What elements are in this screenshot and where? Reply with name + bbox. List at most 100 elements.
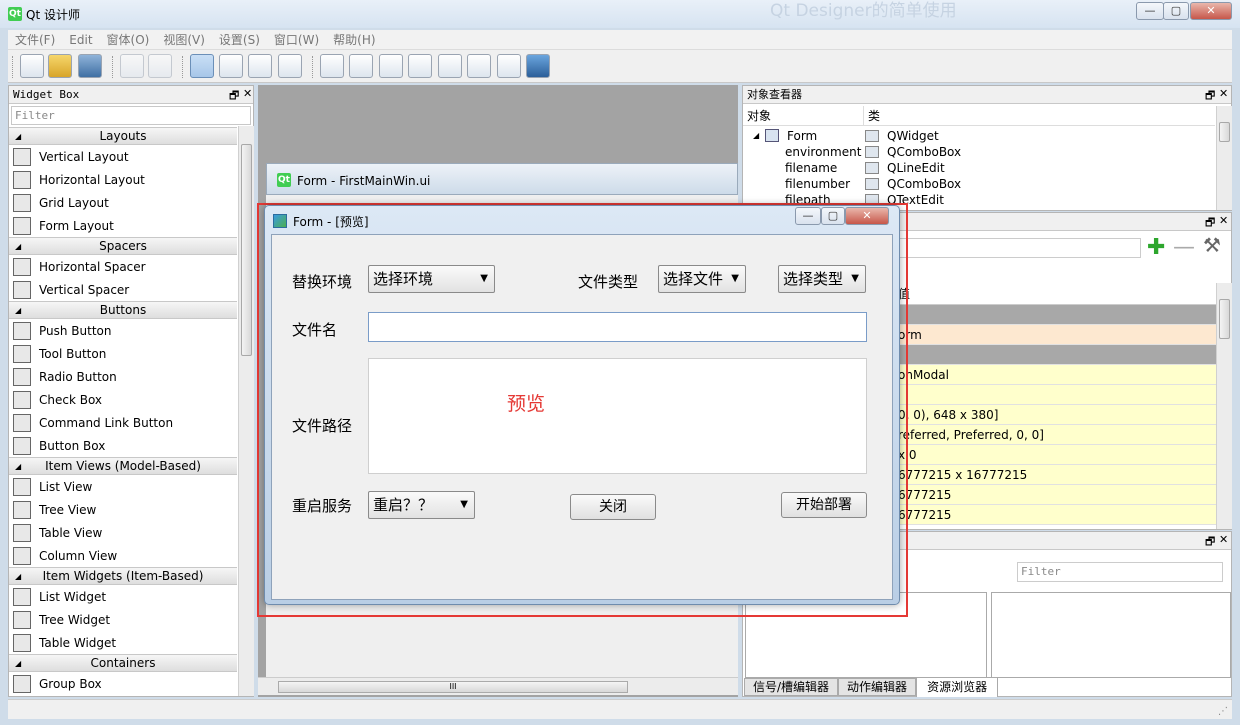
float-icon[interactable]: 🗗 bbox=[1205, 214, 1215, 233]
edit-buddies-icon[interactable] bbox=[248, 54, 272, 78]
tree-widget-icon bbox=[13, 610, 31, 629]
form-layout-icon[interactable] bbox=[467, 54, 491, 78]
widget-item[interactable]: Button Box bbox=[9, 434, 237, 457]
preview-minimize-button[interactable]: — bbox=[795, 207, 821, 225]
property-editor-scrollbar[interactable] bbox=[1216, 283, 1232, 529]
object-row[interactable]: environment QComboBox bbox=[743, 144, 1215, 160]
edit-signals-icon[interactable] bbox=[219, 54, 243, 78]
preview-maximize-button[interactable]: ▢ bbox=[821, 207, 845, 225]
widget-item[interactable]: Tree View bbox=[9, 498, 237, 521]
env-combobox[interactable]: 选择环境 ▼ bbox=[368, 265, 495, 293]
menu-form[interactable]: 窗体(O) bbox=[100, 30, 157, 50]
lay-out-horizontally-icon[interactable] bbox=[320, 54, 344, 78]
widget-item[interactable]: Vertical Layout bbox=[9, 145, 237, 168]
status-bar: ⋰ bbox=[8, 699, 1232, 719]
path-textedit[interactable]: 预览 bbox=[368, 358, 867, 474]
send-back-icon[interactable] bbox=[148, 54, 172, 78]
close-icon[interactable]: ✕ bbox=[1219, 214, 1228, 227]
new-file-icon[interactable] bbox=[20, 54, 44, 78]
edit-tab-order-icon[interactable] bbox=[278, 54, 302, 78]
widget-item[interactable]: Push Button bbox=[9, 319, 237, 342]
menu-window[interactable]: 窗口(W) bbox=[267, 30, 326, 50]
widget-item[interactable]: Table View bbox=[9, 521, 237, 544]
widget-item[interactable]: List Widget bbox=[9, 585, 237, 608]
open-folder-icon[interactable] bbox=[48, 54, 72, 78]
menu-settings[interactable]: 设置(S) bbox=[212, 30, 267, 50]
widget-category[interactable]: ◢ Containers bbox=[9, 654, 237, 672]
close-window-button[interactable]: ✕ bbox=[1190, 2, 1232, 20]
menu-help[interactable]: 帮助(H) bbox=[326, 30, 382, 50]
widget-filter-input[interactable]: Filter bbox=[11, 106, 251, 125]
widget-item[interactable]: Tree Widget bbox=[9, 608, 237, 631]
break-layout-icon[interactable] bbox=[497, 54, 521, 78]
file-combobox[interactable]: 选择文件 ▼ bbox=[658, 265, 746, 293]
tab-resource-browser[interactable]: 资源浏览器 bbox=[916, 677, 999, 697]
mdi-hscrollbar[interactable]: III bbox=[258, 677, 738, 695]
add-property-icon[interactable]: ✚ bbox=[1147, 235, 1165, 260]
close-icon[interactable]: ✕ bbox=[1219, 533, 1228, 546]
column-object[interactable]: 对象 bbox=[747, 106, 771, 126]
resource-list[interactable] bbox=[991, 592, 1231, 678]
float-icon[interactable]: 🗗 bbox=[1205, 87, 1215, 106]
widget-item[interactable]: Tool Button bbox=[9, 342, 237, 365]
minimize-button[interactable]: — bbox=[1136, 2, 1164, 20]
column-class[interactable]: 类 bbox=[863, 106, 880, 126]
widget-item[interactable]: Form Layout bbox=[9, 214, 237, 237]
widget-item[interactable]: List View bbox=[9, 475, 237, 498]
widget-item[interactable]: Command Link Button bbox=[9, 411, 237, 434]
remove-property-icon[interactable]: — bbox=[1173, 235, 1195, 260]
tab-action-editor[interactable]: 动作编辑器 bbox=[838, 678, 917, 696]
horizontal-splitter-icon[interactable] bbox=[379, 54, 403, 78]
adjust-size-icon[interactable] bbox=[526, 54, 550, 78]
chevron-down-icon: ▼ bbox=[480, 273, 488, 284]
command-link-icon bbox=[13, 413, 31, 432]
close-icon[interactable]: ✕ bbox=[243, 87, 252, 100]
widget-item[interactable]: Horizontal Layout bbox=[9, 168, 237, 191]
filename-input[interactable] bbox=[368, 312, 867, 342]
widget-box-scrollbar[interactable] bbox=[238, 126, 254, 696]
type-combobox[interactable]: 选择类型 ▼ bbox=[778, 265, 866, 293]
vertical-splitter-icon[interactable] bbox=[408, 54, 432, 78]
widget-category[interactable]: ◢ Buttons bbox=[9, 301, 237, 319]
float-icon[interactable]: 🗗 bbox=[229, 87, 239, 106]
resource-filter-input[interactable]: Filter bbox=[1017, 562, 1223, 582]
widget-item[interactable]: Group Box bbox=[9, 672, 237, 695]
size-grip-icon[interactable]: ⋰ bbox=[1218, 706, 1228, 717]
close-icon[interactable]: ✕ bbox=[1219, 87, 1228, 100]
tab-signal-slot-editor[interactable]: 信号/槽编辑器 bbox=[744, 678, 839, 696]
widget-item[interactable]: Horizontal Spacer bbox=[9, 255, 237, 278]
lay-out-vertically-icon[interactable] bbox=[349, 54, 373, 78]
grid-layout-icon[interactable] bbox=[438, 54, 462, 78]
preview-close-button[interactable]: ✕ bbox=[845, 207, 889, 225]
widget-item[interactable]: Vertical Spacer bbox=[9, 278, 237, 301]
widget-item[interactable]: Table Widget bbox=[9, 631, 237, 654]
object-row[interactable]: filename QLineEdit bbox=[743, 160, 1215, 176]
deploy-button[interactable]: 开始部署 bbox=[781, 492, 867, 518]
maximize-button[interactable]: ▢ bbox=[1163, 2, 1189, 20]
menu-edit[interactable]: Edit bbox=[62, 30, 99, 50]
object-inspector-scrollbar[interactable] bbox=[1216, 106, 1232, 210]
object-row[interactable]: ◢ Form QWidget bbox=[743, 128, 1215, 144]
widget-item[interactable]: Radio Button bbox=[9, 365, 237, 388]
float-icon[interactable]: 🗗 bbox=[1205, 533, 1215, 552]
widget-category[interactable]: ◢ Spacers bbox=[9, 237, 237, 255]
property-filter-input[interactable] bbox=[893, 238, 1141, 258]
widget-category[interactable]: ◢ Item Widgets (Item-Based) bbox=[9, 567, 237, 585]
widget-category[interactable]: ◢ Layouts bbox=[9, 127, 237, 145]
restart-combobox[interactable]: 重启？？ ▼ bbox=[368, 491, 475, 519]
widget-list: ◢ Layouts Vertical Layout Horizontal Layout… bbox=[9, 127, 237, 695]
widget-item[interactable]: Check Box bbox=[9, 388, 237, 411]
close-button[interactable]: 关闭 bbox=[570, 494, 656, 520]
configure-icon[interactable]: ⚒ bbox=[1203, 233, 1221, 257]
widget-item[interactable]: Grid Layout bbox=[9, 191, 237, 214]
widget-item[interactable]: Column View bbox=[9, 544, 237, 567]
list-view-icon bbox=[13, 477, 31, 496]
object-row[interactable]: filenumber QComboBox bbox=[743, 176, 1215, 192]
form-window-titlebar: Qt Form - FirstMainWin.ui bbox=[266, 163, 738, 195]
bring-front-icon[interactable] bbox=[120, 54, 144, 78]
edit-widgets-icon[interactable] bbox=[190, 54, 214, 78]
menu-file[interactable]: 文件(F) bbox=[8, 30, 62, 50]
save-icon[interactable] bbox=[78, 54, 102, 78]
widget-category[interactable]: ◢ Item Views (Model-Based) bbox=[9, 457, 237, 475]
menu-view[interactable]: 视图(V) bbox=[156, 30, 212, 50]
